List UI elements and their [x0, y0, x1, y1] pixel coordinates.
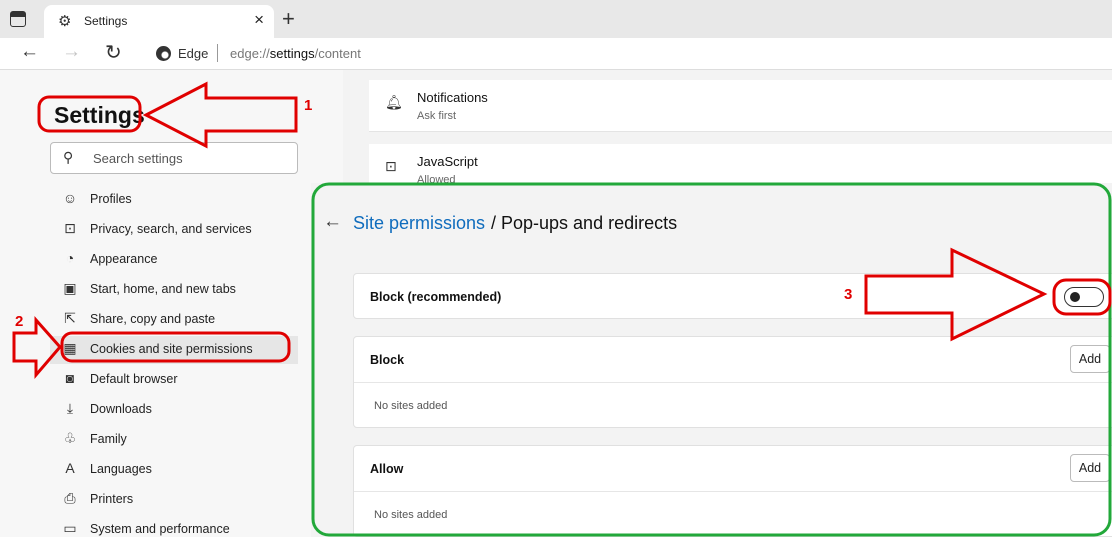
sidebar-item-profile[interactable]: ☺ Profiles [50, 186, 298, 214]
close-icon[interactable]: × [254, 10, 264, 30]
sidebar-item-label: Start, home, and new tabs [90, 282, 236, 296]
download-icon: ⤓ [66, 400, 74, 416]
sidebar-item-label: Languages [90, 462, 152, 476]
allow-add-button[interactable]: Add [1070, 454, 1110, 482]
share-icon: ⇱ [64, 310, 76, 326]
sidebar-item-download[interactable]: ⤓ Downloads [50, 396, 298, 424]
search-input[interactable]: ⚲ Search settings [50, 142, 298, 174]
divider [354, 382, 1112, 383]
sidebar-item-browser[interactable]: ◙ Default browser [50, 366, 298, 394]
profile-icon: ☺ [62, 190, 78, 206]
sidebar-item-label: Cookies and site permissions [90, 342, 253, 356]
popups-panel: ← Site permissions / Pop-ups and redirec… [311, 183, 1112, 537]
divider [354, 491, 1112, 492]
back-arrow-icon[interactable]: ← [323, 211, 342, 233]
sidebar-item-label: Appearance [90, 252, 158, 266]
notifications-row[interactable]: 🔔︎ Notifications Ask first › [369, 80, 1112, 132]
allow-card: Allow Add No sites added [353, 445, 1112, 537]
tab-strip: ⚙ Settings × + [0, 0, 1112, 38]
cookies-icon: ▦ [63, 340, 77, 356]
search-icon: ⚲ [63, 149, 74, 165]
back-button[interactable]: ← [20, 41, 39, 63]
block-add-button[interactable]: Add [1070, 345, 1110, 373]
browser-icon: ◙ [65, 370, 75, 386]
allow-label: Allow [370, 462, 404, 476]
sidebar-item-home-tabs[interactable]: ▣ Start, home, and new tabs [50, 276, 298, 304]
block-card: Block Add No sites added [353, 336, 1112, 428]
sidebar-item-appearance[interactable]: ◔ Appearance [50, 246, 298, 274]
javascript-icon: ⊡ [385, 158, 397, 174]
breadcrumb-site-permissions[interactable]: Site permissions [353, 213, 485, 234]
refresh-button[interactable]: ↻ [105, 40, 122, 65]
row-title: Notifications [417, 90, 488, 105]
block-recommended-card: Block (recommended) [353, 273, 1112, 319]
sidebar-item-family[interactable]: ♧ Family [50, 426, 298, 454]
sidebar-item-label: Printers [90, 492, 134, 506]
edge-logo-icon [156, 46, 171, 61]
address-url[interactable]: edge://settings/content [230, 46, 361, 61]
step-1-label: 1 [304, 97, 313, 114]
home-tabs-icon: ▣ [63, 280, 77, 296]
sidebar-item-share[interactable]: ⇱ Share, copy and paste [50, 306, 298, 334]
sidebar-item-label: Privacy, search, and services [90, 222, 252, 236]
address-toolbar: ← → ↻ Edge edge://settings/content [0, 38, 1112, 70]
sidebar-item-label: System and performance [90, 522, 230, 536]
sidebar-item-label: Downloads [90, 402, 152, 416]
tab-actions-icon[interactable] [10, 11, 26, 27]
toggle-knob [1070, 292, 1080, 302]
step-3-label: 3 [844, 286, 853, 303]
row-title: JavaScript [417, 154, 478, 169]
block-empty-text: No sites added [374, 400, 448, 412]
sidebar-item-label: Share, copy and paste [90, 312, 216, 326]
lock-icon: ⊡ [64, 220, 76, 236]
address-brand: Edge [178, 46, 209, 61]
family-icon: ♧ [63, 430, 77, 446]
tab-settings[interactable]: ⚙ Settings × [44, 5, 274, 38]
forward-button[interactable]: → [62, 41, 81, 63]
row-subtitle: Ask first [417, 110, 457, 122]
sidebar-item-label: Family [90, 432, 127, 446]
sidebar-item-label: Default browser [90, 372, 178, 386]
appearance-icon: ◔ [65, 250, 75, 266]
new-tab-button[interactable]: + [282, 6, 295, 32]
sidebar-item-lock[interactable]: ⊡ Privacy, search, and services [50, 216, 298, 244]
gear-icon: ⚙ [58, 13, 72, 30]
sidebar-item-cookies[interactable]: ▦ Cookies and site permissions [50, 336, 298, 364]
address-separator [217, 44, 218, 62]
settings-sidebar: Settings ⚲ Search settings ☺ Profiles ⊡ Pri… [0, 70, 343, 537]
sidebar-item-printer[interactable]: ⎙ Printers [50, 486, 298, 514]
system-icon: ▭ [63, 520, 77, 536]
block-recommended-toggle[interactable] [1064, 287, 1104, 307]
bell-icon: 🔔︎ [385, 94, 403, 110]
sidebar-item-languages[interactable]: A Languages [50, 456, 298, 484]
tab-title: Settings [84, 14, 128, 28]
allow-empty-text: No sites added [374, 509, 448, 521]
languages-icon: A [65, 460, 75, 476]
block-recommended-label: Block (recommended) [370, 290, 502, 304]
step-2-label: 2 [15, 313, 24, 330]
sidebar-item-label: Profiles [90, 192, 132, 206]
printer-icon: ⎙ [64, 490, 76, 506]
breadcrumb-current: / Pop-ups and redirects [491, 213, 678, 233]
sidebar-item-system[interactable]: ▭ System and performance [50, 516, 298, 544]
page-title: Settings [54, 102, 145, 128]
block-label: Block [370, 353, 405, 367]
search-placeholder: Search settings [93, 151, 183, 166]
